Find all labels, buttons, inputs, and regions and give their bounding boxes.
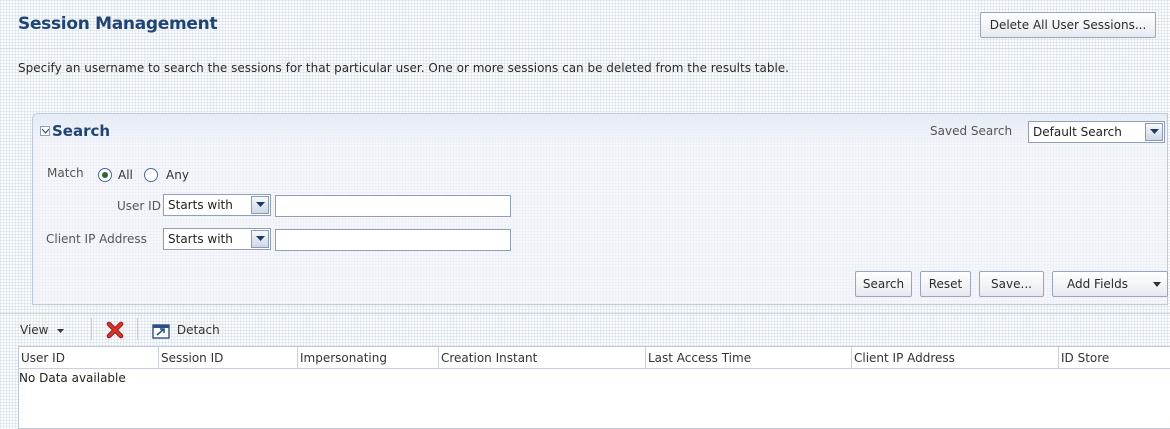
- match-any-label: Any: [166, 168, 189, 182]
- title-divider: [0, 48, 1170, 49]
- delete-all-sessions-button[interactable]: Delete All User Sessions...: [980, 12, 1156, 38]
- delete-icon[interactable]: [106, 321, 124, 339]
- dropdown-arrow-icon[interactable]: [251, 196, 269, 214]
- match-any-radio[interactable]: [144, 168, 158, 182]
- dropdown-arrow-icon[interactable]: [251, 230, 269, 248]
- user-id-operator-value: Starts with: [168, 198, 233, 212]
- toolbar-separator: [137, 318, 138, 340]
- column-header-creation-instant[interactable]: Creation Instant: [438, 347, 645, 369]
- client-ip-input[interactable]: [275, 229, 511, 251]
- column-header-last-access-time[interactable]: Last Access Time: [645, 347, 851, 369]
- chevron-down-icon: [1153, 282, 1161, 287]
- user-id-input[interactable]: [275, 195, 511, 217]
- column-header-session-id[interactable]: Session ID: [158, 347, 297, 369]
- add-fields-button[interactable]: Add Fields: [1052, 271, 1168, 297]
- client-ip-operator-value: Starts with: [168, 232, 233, 246]
- column-header-id-store[interactable]: ID Store: [1058, 347, 1170, 369]
- detach-button[interactable]: Detach: [152, 320, 220, 340]
- reset-button[interactable]: Reset: [920, 271, 971, 297]
- chevron-down-icon: [57, 328, 65, 333]
- view-menu-label: View: [20, 323, 49, 337]
- toolbar-separator: [91, 318, 92, 340]
- detach-icon: [152, 323, 170, 339]
- collapse-disclosure-icon[interactable]: [40, 126, 50, 136]
- client-ip-label: Client IP Address: [46, 232, 147, 246]
- column-header-client-ip-address[interactable]: Client IP Address: [851, 347, 1058, 369]
- add-fields-label: Add Fields: [1067, 277, 1128, 291]
- save-search-button[interactable]: Save...: [979, 271, 1044, 297]
- user-id-operator-select[interactable]: Starts with: [163, 194, 271, 216]
- match-all-radio[interactable]: [98, 168, 112, 182]
- search-panel-title: Search: [52, 122, 111, 140]
- client-ip-operator-select[interactable]: Starts with: [163, 228, 271, 250]
- column-header-user-id[interactable]: User ID: [19, 347, 158, 369]
- empty-table-message: No Data available: [19, 371, 126, 385]
- view-menu[interactable]: View: [20, 320, 65, 340]
- match-all-label: All: [118, 168, 133, 182]
- saved-search-value: Default Search: [1033, 125, 1122, 139]
- detach-label: Detach: [176, 323, 220, 337]
- match-label: Match: [47, 166, 84, 180]
- search-button[interactable]: Search: [855, 271, 912, 297]
- toolbar-divider: [0, 313, 1170, 314]
- column-header-impersonating[interactable]: Impersonating: [297, 347, 438, 369]
- user-id-label: User ID: [117, 199, 161, 213]
- saved-search-label: Saved Search: [930, 124, 1013, 138]
- dropdown-arrow-icon[interactable]: [1145, 123, 1163, 141]
- page-description: Specify an username to search the sessio…: [18, 61, 789, 75]
- page-title: Session Management: [18, 14, 218, 34]
- saved-search-select[interactable]: Default Search: [1028, 121, 1165, 143]
